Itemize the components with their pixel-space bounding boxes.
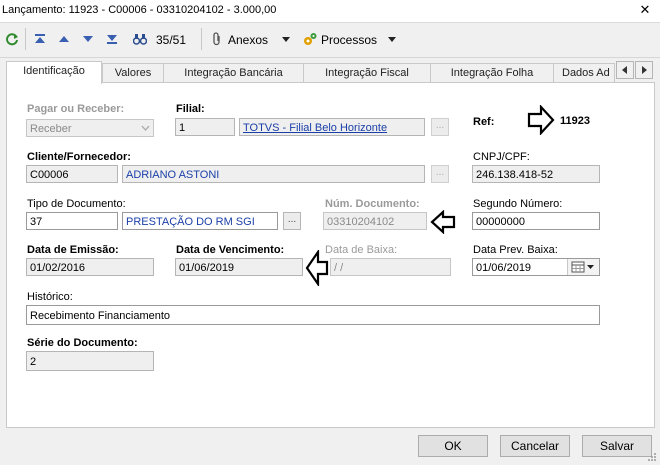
first-record-icon[interactable] (32, 30, 48, 48)
chevron-down-icon[interactable] (386, 30, 398, 48)
tipo-documento-code-field[interactable]: 37 (26, 212, 118, 230)
filial-lookup-button[interactable]: ... (431, 118, 449, 136)
num-documento-field[interactable]: 03310204102 (323, 212, 427, 230)
resize-grip-icon[interactable] (647, 452, 657, 462)
data-prev-baixa-value: 01/06/2019 (476, 262, 532, 274)
cliente-lookup-button[interactable]: ... (431, 165, 449, 183)
data-emissao-field[interactable]: 01/02/2016 (26, 258, 154, 276)
attachments-button[interactable]: Anexos (228, 33, 268, 47)
binoculars-icon[interactable] (132, 30, 148, 48)
data-prev-baixa-label: Data Prev. Baixa: (473, 244, 558, 256)
filial-label: Filial: (176, 103, 205, 115)
data-baixa-label: Data de Baixa: (325, 244, 398, 256)
arrow-left-icon (430, 210, 456, 234)
toolbar: 35/51 Anexos Processos (0, 23, 660, 58)
close-icon[interactable]: ✕ (637, 2, 653, 18)
tipo-documento-label: Tipo de Documento: (27, 198, 126, 210)
data-vencimento-label: Data de Vencimento: (176, 244, 285, 256)
tab-scroll-right-icon[interactable] (635, 61, 653, 79)
segundo-numero-label: Segundo Número: (473, 198, 563, 210)
filial-code-field[interactable]: 1 (175, 118, 235, 136)
last-record-icon[interactable] (104, 30, 120, 48)
window-title: Lançamento: 11923 - C00006 - 03310204102… (2, 4, 277, 16)
tab-scroll-left-icon[interactable] (616, 61, 634, 79)
calendar-icon[interactable] (567, 259, 599, 275)
tab-integracao-folha[interactable]: Integração Folha (430, 63, 554, 83)
tab-dados-adicionais[interactable]: Dados Ad (553, 63, 615, 82)
segundo-numero-field[interactable]: 00000000 (472, 212, 600, 230)
title-bar: Lançamento: 11923 - C00006 - 03310204102… (0, 0, 660, 23)
ok-button[interactable]: OK (418, 435, 488, 457)
ref-label: Ref: (473, 116, 495, 128)
serie-label: Série do Documento: (27, 337, 138, 349)
tab-identificacao[interactable]: Identificação (6, 61, 102, 84)
tipo-documento-name-field[interactable]: PRESTAÇÃO DO RM SGI (122, 212, 278, 230)
tab-integracao-bancaria[interactable]: Integração Bancária (163, 63, 304, 83)
chevron-down-icon[interactable] (280, 30, 292, 48)
pagar-receber-value: Receber (30, 123, 72, 135)
toolbar-separator (25, 28, 26, 50)
num-documento-label: Núm. Documento: (325, 198, 420, 210)
cnpj-field[interactable]: 246.138.418-52 (472, 165, 600, 183)
cliente-label: Cliente/Fornecedor: (27, 151, 131, 163)
record-counter: 35/51 (156, 33, 187, 47)
historico-field[interactable]: Recebimento Financiamento (26, 305, 600, 325)
next-record-icon[interactable] (80, 30, 96, 48)
serie-field[interactable]: 2 (26, 351, 154, 371)
chevron-down-icon (141, 120, 150, 136)
previous-record-icon[interactable] (56, 30, 72, 48)
cancel-button[interactable]: Cancelar (500, 435, 570, 457)
cliente-name-field[interactable]: ADRIANO ASTONI (122, 165, 425, 183)
cliente-code-field[interactable]: C00006 (26, 165, 118, 183)
pagar-receber-select[interactable]: Receber (26, 119, 154, 137)
refresh-icon[interactable] (4, 30, 20, 48)
toolbar-separator (201, 28, 202, 50)
processes-button[interactable]: Processos (321, 33, 377, 47)
cnpj-label: CNPJ/CPF: (473, 151, 530, 163)
tab-integracao-fiscal[interactable]: Integração Fiscal (303, 63, 431, 83)
tipo-documento-lookup-button[interactable]: ... (283, 212, 301, 230)
pagar-receber-label: Pagar ou Receber: (27, 103, 125, 115)
data-baixa-field[interactable]: / / (330, 258, 451, 276)
save-button[interactable]: Salvar (582, 435, 652, 457)
tab-strip: Identificação Valores Integração Bancári… (6, 61, 654, 84)
historico-label: Histórico: (27, 291, 73, 303)
paperclip-icon[interactable] (210, 30, 224, 48)
tab-valores[interactable]: Valores (102, 63, 164, 83)
data-emissao-label: Data de Emissão: (27, 244, 119, 256)
ref-value: 11923 (560, 115, 590, 127)
arrow-right-icon (527, 105, 555, 135)
filial-name-link[interactable]: TOTVS - Filial Belo Horizonte (239, 118, 425, 136)
data-vencimento-field[interactable]: 01/06/2019 (175, 258, 303, 276)
gears-icon[interactable] (301, 30, 319, 48)
